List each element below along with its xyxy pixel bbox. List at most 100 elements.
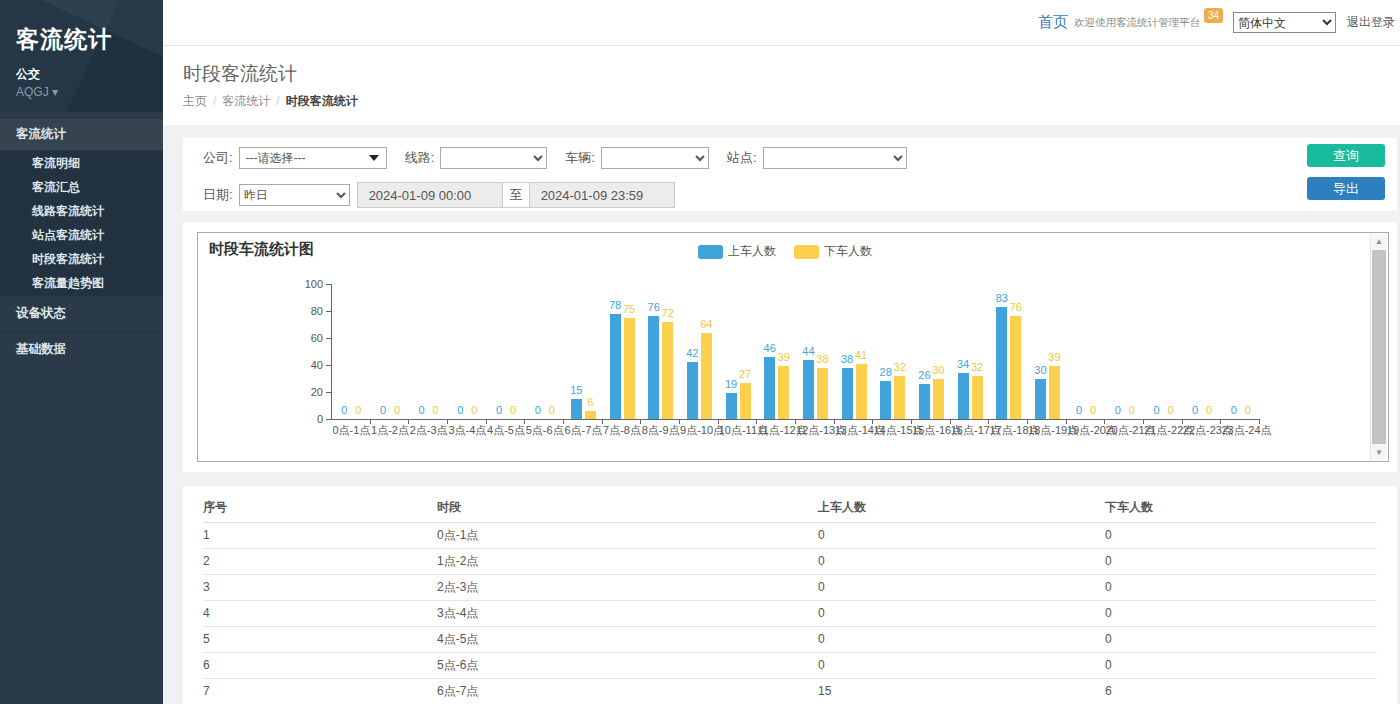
- line-select[interactable]: [440, 147, 547, 169]
- bar-value-label: 0: [394, 404, 400, 416]
- logo-area: 客流统计 公交 AQGJ ▾: [0, 0, 163, 112]
- x-tick-label: 19点-20点: [1067, 423, 1106, 438]
- bar-up-11: 46: [764, 357, 775, 419]
- scrollbar-down-arrow[interactable]: ▼: [1371, 445, 1387, 460]
- table-header-0: 序号: [203, 492, 437, 523]
- bar-value-label: 0: [1115, 404, 1121, 416]
- table-cell: 6: [203, 653, 437, 679]
- table-row: 32点-3点00: [203, 575, 1377, 601]
- sidebar-item-5[interactable]: 时段客流统计: [0, 247, 163, 271]
- sidebar-item-1[interactable]: 客流明细: [0, 151, 163, 175]
- sidebar-item-0[interactable]: 客流统计: [0, 118, 163, 150]
- chart-category-7: 78757点-8点: [603, 284, 642, 419]
- sidebar-item-7[interactable]: 设备状态: [0, 295, 163, 331]
- chart-category-20: 0020点-21点: [1105, 284, 1144, 419]
- vehicle-label: 车辆:: [565, 149, 595, 167]
- bar-up-17: 83: [996, 307, 1007, 419]
- sub-org-dropdown[interactable]: AQGJ ▾: [16, 85, 147, 99]
- table-cell: 0: [1105, 549, 1377, 575]
- bar-value-label: 32: [894, 361, 906, 373]
- breadcrumb-section[interactable]: 客流统计: [222, 94, 270, 108]
- table-cell: 3点-4点: [437, 601, 818, 627]
- vehicle-select[interactable]: [601, 147, 709, 169]
- sidebar-item-6[interactable]: 客流量趋势图: [0, 271, 163, 295]
- sidebar-item-3[interactable]: 线路客流统计: [0, 199, 163, 223]
- table-cell: 0: [818, 575, 1105, 601]
- logout-link[interactable]: 退出登录: [1347, 14, 1395, 31]
- chart-plot-area: 000点-1点001点-2点002点-3点003点-4点004点-5点005点-…: [332, 284, 1260, 419]
- bar-down-7: 75: [624, 318, 635, 419]
- data-table: 序号时段上车人数下车人数 10点-1点0021点-2点0032点-3点0043点…: [203, 492, 1377, 704]
- bar-value-label: 39: [778, 351, 790, 363]
- table-cell: 0: [1105, 575, 1377, 601]
- legend-item-1[interactable]: 下车人数: [794, 243, 872, 260]
- table-cell: 7: [203, 679, 437, 704]
- x-tick-label: 6点-7点: [564, 423, 603, 438]
- chart-category-23: 0023点-24点: [1221, 284, 1260, 419]
- notification-badge[interactable]: 34: [1204, 8, 1223, 23]
- data-table-card: 序号时段上车人数下车人数 10点-1点0021点-2点0032点-3点0043点…: [183, 486, 1397, 704]
- content: 公司: ---请选择--- 线路: 车辆: 站点: 日期: 昨日 2024-01…: [163, 125, 1400, 704]
- legend-item-0[interactable]: 上车人数: [698, 243, 776, 260]
- chart-category-15: 263015点-16点: [912, 284, 951, 419]
- y-tick-label: 20: [293, 386, 323, 398]
- sidebar-item-2[interactable]: 客流汇总: [0, 175, 163, 199]
- station-label: 站点:: [727, 149, 757, 167]
- table-row: 65点-6点00: [203, 653, 1377, 679]
- bar-up-13: 38: [842, 368, 853, 419]
- chart-scrollbar[interactable]: ▲ ▼: [1370, 234, 1387, 460]
- app-logo: 客流统计: [16, 24, 147, 55]
- home-link[interactable]: 首页: [1038, 13, 1068, 32]
- table-cell: 3: [203, 575, 437, 601]
- bar-value-label: 46: [764, 342, 776, 354]
- chart-card: 时段车流统计图 上车人数下车人数 020406080100 000点-1点001…: [183, 222, 1397, 472]
- table-cell: 0: [1105, 601, 1377, 627]
- table-cell: 0: [818, 523, 1105, 549]
- x-tick-label: 2点-3点: [409, 423, 448, 438]
- station-select[interactable]: [763, 147, 907, 169]
- scrollbar-thumb[interactable]: [1372, 250, 1386, 444]
- export-button[interactable]: 导出: [1307, 177, 1385, 200]
- date-from-input[interactable]: 2024-01-09 00:00: [357, 182, 503, 208]
- bar-value-label: 0: [471, 404, 477, 416]
- sidebar-item-8[interactable]: 基础数据: [0, 331, 163, 367]
- bar-value-label: 19: [725, 378, 737, 390]
- chart-category-11: 463911点-12点: [757, 284, 796, 419]
- bar-value-label: 32: [971, 361, 983, 373]
- x-tick-label: 9点-10点: [680, 423, 719, 438]
- table-cell: 5点-6点: [437, 653, 818, 679]
- bar-value-label: 26: [918, 369, 930, 381]
- query-button[interactable]: 查询: [1307, 144, 1385, 167]
- bar-value-label: 64: [700, 318, 712, 330]
- date-to-label: 至: [502, 182, 530, 208]
- line-label: 线路:: [405, 149, 435, 167]
- table-cell: 4点-5点: [437, 627, 818, 653]
- company-select[interactable]: ---请选择---: [239, 147, 387, 169]
- legend-swatch-icon: [794, 245, 819, 259]
- chart-category-18: 303918点-19点: [1028, 284, 1067, 419]
- bar-value-label: 0: [1153, 404, 1159, 416]
- table-cell: 0: [1105, 627, 1377, 653]
- breadcrumb-home[interactable]: 主页: [183, 94, 207, 108]
- sidebar-item-4[interactable]: 站点客流统计: [0, 223, 163, 247]
- chart-category-9: 42649点-10点: [680, 284, 719, 419]
- bar-value-label: 72: [662, 307, 674, 319]
- y-tick-label: 40: [293, 359, 323, 371]
- table-cell: 0: [818, 601, 1105, 627]
- chart-category-1: 001点-2点: [371, 284, 410, 419]
- bar-value-label: 0: [510, 404, 516, 416]
- x-tick-label: 8点-9点: [641, 423, 680, 438]
- bar-down-14: 32: [894, 376, 905, 419]
- date-preset-select[interactable]: 昨日: [239, 184, 350, 206]
- bar-up-7: 78: [610, 314, 621, 419]
- bar-value-label: 0: [496, 404, 502, 416]
- x-tick-label: 17点-18点: [989, 423, 1028, 438]
- bar-value-label: 0: [535, 404, 541, 416]
- bar-value-label: 83: [996, 292, 1008, 304]
- bar-value-label: 30: [932, 364, 944, 376]
- language-select[interactable]: 简体中文: [1233, 12, 1336, 33]
- scrollbar-up-arrow[interactable]: ▲: [1371, 234, 1387, 249]
- date-to-input[interactable]: 2024-01-09 23:59: [529, 182, 675, 208]
- bar-value-label: 0: [1167, 404, 1173, 416]
- table-cell: 6点-7点: [437, 679, 818, 704]
